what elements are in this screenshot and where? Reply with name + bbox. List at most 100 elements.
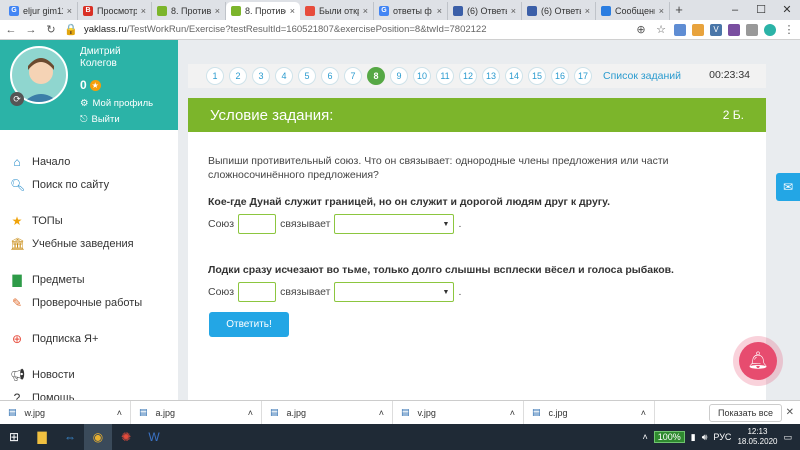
exercise-number[interactable]: 14 bbox=[505, 67, 523, 85]
sidebar-item-tops[interactable]: ★ ТОПы bbox=[0, 209, 178, 232]
browser-tab[interactable]: Geljur gim11 × bbox=[4, 2, 78, 20]
minimize-icon[interactable]: – bbox=[722, 0, 748, 20]
close-icon[interactable]: × bbox=[585, 6, 590, 16]
links-select-2[interactable]: ▼ bbox=[334, 282, 455, 302]
exercise-number[interactable]: 7 bbox=[344, 67, 362, 85]
url-field[interactable]: yaklass.ru/TestWorkRun/Exercise?testResu… bbox=[84, 24, 628, 35]
forward-icon[interactable]: → bbox=[24, 24, 38, 36]
back-icon[interactable]: ← bbox=[4, 24, 18, 36]
exercise-number[interactable]: 5 bbox=[298, 67, 316, 85]
building-icon: 🏛︎ bbox=[10, 236, 26, 251]
battery-indicator[interactable]: 100% bbox=[653, 431, 685, 443]
explorer-icon[interactable]: ▇ bbox=[28, 424, 56, 450]
camera-icon[interactable]: ⟳ bbox=[10, 92, 24, 106]
close-icon[interactable]: × bbox=[437, 6, 442, 16]
links-select-1[interactable]: ▼ bbox=[334, 214, 455, 234]
maximize-icon[interactable]: ☐ bbox=[748, 0, 774, 20]
clock[interactable]: 12:13 18.05.2020 bbox=[737, 427, 777, 447]
exercise-number[interactable]: 6 bbox=[321, 67, 339, 85]
reload-icon[interactable]: ↻ bbox=[44, 23, 58, 36]
logout-link[interactable]: ⎋ Выйти bbox=[80, 114, 120, 125]
task-list-link[interactable]: Список заданий bbox=[603, 70, 681, 82]
my-profile-link[interactable]: ⚙ Мой профиль bbox=[80, 98, 153, 109]
union-input-1[interactable] bbox=[238, 214, 277, 234]
language-indicator[interactable]: РУС bbox=[713, 432, 731, 442]
exercise-number[interactable]: 4 bbox=[275, 67, 293, 85]
mail-icon[interactable]: ✉ bbox=[776, 173, 800, 201]
chevron-up-icon[interactable]: ˄ bbox=[248, 408, 253, 418]
browser-tab[interactable]: (6) Ответы× bbox=[448, 2, 522, 20]
exercise-number[interactable]: 9 bbox=[390, 67, 408, 85]
close-icon[interactable]: × bbox=[511, 6, 516, 16]
download-item[interactable]: ▤ a.jpg ˄ bbox=[262, 400, 393, 425]
browser-tab[interactable]: 8. Противо× bbox=[152, 2, 226, 20]
close-icon[interactable]: × bbox=[67, 6, 72, 16]
union-input-2[interactable] bbox=[238, 282, 277, 302]
word-icon[interactable]: W bbox=[140, 424, 168, 450]
sidebar-item-subjects[interactable]: ▇ Предметы bbox=[0, 268, 178, 291]
bookmark-star-icon[interactable]: ☆ bbox=[654, 23, 668, 36]
exercise-number[interactable]: 12 bbox=[459, 67, 477, 85]
extension-icon[interactable] bbox=[728, 23, 740, 36]
volume-icon[interactable]: 🔊︎ bbox=[702, 432, 708, 443]
sidebar-item-tests[interactable]: ✎ Проверочные работы bbox=[0, 291, 178, 314]
browser-tab[interactable]: Gответы ф × bbox=[374, 2, 448, 20]
download-item[interactable]: ▤ v.jpg ˄ bbox=[393, 400, 524, 425]
exercise-number[interactable]: 17 bbox=[574, 67, 592, 85]
extension-icon[interactable] bbox=[746, 23, 758, 36]
extension-icon[interactable] bbox=[674, 23, 686, 36]
exercise-number[interactable]: 13 bbox=[482, 67, 500, 85]
close-icon[interactable]: × bbox=[659, 6, 664, 16]
vk-extension-icon[interactable]: V bbox=[710, 23, 722, 36]
network-icon[interactable]: ▮ bbox=[691, 432, 696, 443]
exercise-number[interactable]: 16 bbox=[551, 67, 569, 85]
sidebar-item-home[interactable]: ⌂ Начало bbox=[0, 150, 178, 173]
sidebar-item-help[interactable]: ? Помощь bbox=[0, 386, 178, 401]
extension-icon[interactable] bbox=[692, 23, 704, 36]
chevron-up-icon[interactable]: ˄ bbox=[642, 432, 647, 442]
browser-tab[interactable]: (6) Ответы× bbox=[522, 2, 596, 20]
download-item[interactable]: ▤ a.jpg ˄ bbox=[131, 400, 262, 425]
close-window-icon[interactable]: ✕ bbox=[774, 0, 800, 20]
close-icon[interactable]: ✕ bbox=[786, 407, 794, 418]
close-icon[interactable]: × bbox=[215, 6, 220, 16]
close-icon[interactable]: × bbox=[363, 6, 368, 16]
browser-tab[interactable]: Были откр × bbox=[300, 2, 374, 20]
sidebar-item-schools[interactable]: 🏛︎ Учебные заведения bbox=[0, 232, 178, 255]
close-icon[interactable]: × bbox=[290, 6, 295, 16]
zoom-icon[interactable]: ⊕ bbox=[634, 23, 648, 36]
chevron-up-icon[interactable]: ˄ bbox=[379, 408, 384, 418]
exercise-number[interactable]: 11 bbox=[436, 67, 454, 85]
windows-start-icon[interactable]: ⊞ bbox=[0, 424, 28, 450]
show-all-downloads-button[interactable]: Показать все bbox=[709, 403, 782, 422]
menu-icon[interactable]: ⋮ bbox=[782, 23, 796, 36]
google-icon: G bbox=[9, 6, 19, 16]
exercise-number[interactable]: 15 bbox=[528, 67, 546, 85]
sidebar-item-news[interactable]: 📢︎ Новости bbox=[0, 363, 178, 386]
chevron-up-icon[interactable]: ˄ bbox=[641, 408, 646, 418]
browser-tab[interactable]: B Просмотр × bbox=[78, 2, 152, 20]
exercise-number-current[interactable]: 8 bbox=[367, 67, 385, 85]
browser-tab[interactable]: Сообщения× bbox=[596, 2, 670, 20]
exercise-number[interactable]: 2 bbox=[229, 67, 247, 85]
user-name[interactable]: Дмитрий Колегов bbox=[80, 46, 121, 70]
exercise-number[interactable]: 10 bbox=[413, 67, 431, 85]
sidebar-item-search[interactable]: 🔍︎ Поиск по сайту bbox=[0, 173, 178, 196]
exercise-number[interactable]: 3 bbox=[252, 67, 270, 85]
chevron-up-icon[interactable]: ˄ bbox=[117, 408, 122, 418]
browser-tab-active[interactable]: 8. Противо × bbox=[226, 2, 300, 20]
sidebar-item-subscription[interactable]: ⊕ Подписка Я+ bbox=[0, 327, 178, 350]
download-item[interactable]: ▤ c.jpg ˄ bbox=[524, 400, 655, 425]
bell-icon[interactable]: 🔔︎ bbox=[739, 342, 777, 380]
chevron-up-icon[interactable]: ˄ bbox=[510, 408, 515, 418]
new-tab-button[interactable]: + bbox=[670, 2, 688, 20]
app-icon[interactable]: ✺ bbox=[112, 424, 140, 450]
chrome-icon[interactable]: ◉ bbox=[84, 424, 112, 450]
submit-answer-button[interactable]: Ответить! bbox=[209, 312, 289, 337]
exercise-number[interactable]: 1 bbox=[206, 67, 224, 85]
teamviewer-icon[interactable]: ⇔ bbox=[56, 424, 84, 450]
download-item[interactable]: ▤ w.jpg ˄ bbox=[0, 400, 131, 425]
user-avatar-icon[interactable] bbox=[764, 23, 776, 36]
close-icon[interactable]: × bbox=[141, 6, 146, 16]
notifications-icon[interactable]: ▭ bbox=[783, 432, 792, 443]
